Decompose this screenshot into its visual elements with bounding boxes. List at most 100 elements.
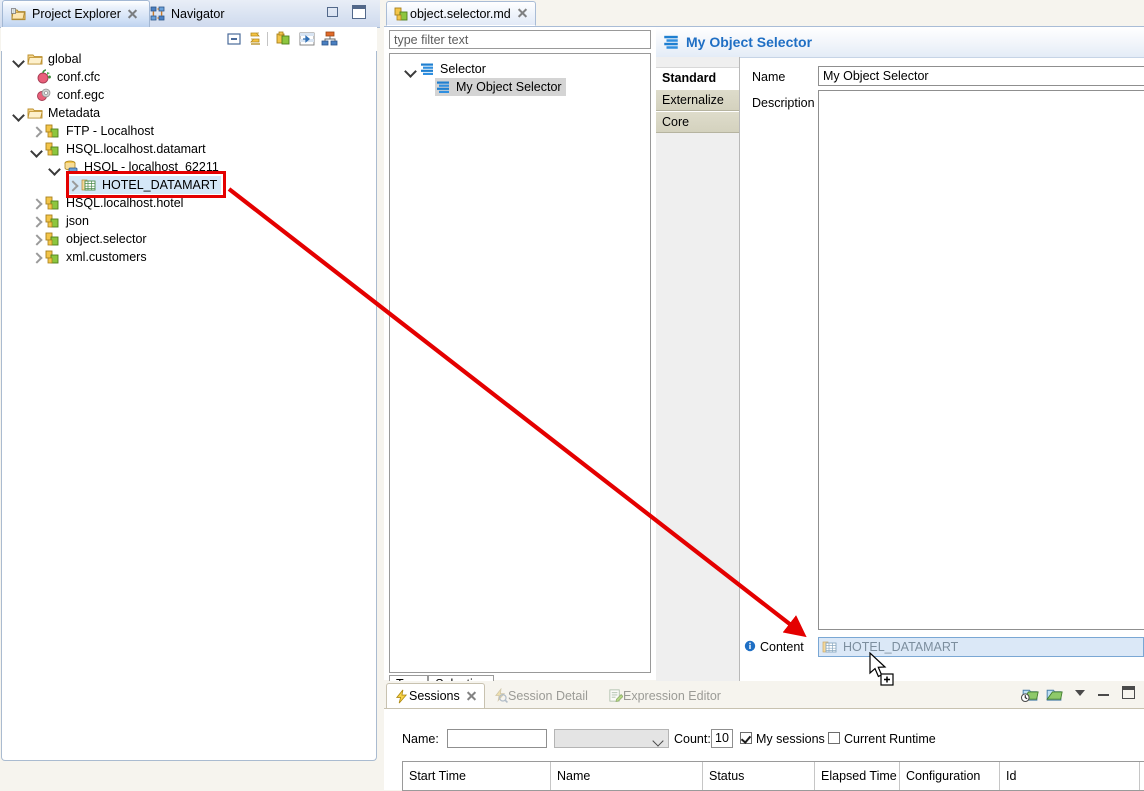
collapse-twisty-icon[interactable]: [30, 125, 43, 138]
tree-row-json[interactable]: json: [30, 212, 89, 230]
count-input[interactable]: 10: [711, 729, 733, 748]
link-with-editor-icon[interactable]: [246, 30, 264, 48]
selector-tree-panel[interactable]: Selector My Object Selector: [389, 53, 651, 673]
current-runtime-checkbox[interactable]: [828, 732, 840, 744]
sessions-table-header: Start Time Name Status Elapsed Time Conf…: [402, 761, 1144, 791]
tree-row-object-selector[interactable]: object.selector: [30, 230, 147, 248]
tree-row-xml-customers[interactable]: xml.customers: [30, 248, 147, 266]
chevron-down-icon: [652, 735, 664, 747]
count-label: Count:: [674, 732, 711, 746]
column-header-id[interactable]: Id: [1000, 762, 1140, 790]
tree-row-selector[interactable]: Selector: [404, 60, 486, 78]
tab-navigator[interactable]: Navigator: [142, 0, 260, 27]
collapse-twisty-icon[interactable]: [30, 251, 43, 264]
tree-item-label: conf.cfc: [57, 70, 101, 84]
side-tab-standard[interactable]: Standard: [656, 67, 739, 89]
tab-object-selector-md[interactable]: object.selector.md: [386, 1, 536, 26]
refresh-sessions-icon[interactable]: [1044, 685, 1063, 704]
minimize-view-button[interactable]: [327, 7, 338, 17]
table-icon: [822, 639, 838, 655]
collapse-twisty-icon[interactable]: [30, 215, 43, 228]
tree-item-label: HSQL - localhost_62211: [84, 160, 219, 174]
collapse-twisty-icon[interactable]: [66, 179, 79, 192]
tree-row-ftp-localhost[interactable]: FTP - Localhost: [30, 122, 154, 140]
database-icon: [63, 159, 79, 175]
session-filter-combo[interactable]: [554, 729, 669, 748]
session-history-icon[interactable]: [1020, 685, 1039, 704]
tab-expression-editor[interactable]: Expression Editor: [604, 683, 725, 708]
expand-twisty-icon[interactable]: [30, 143, 43, 156]
tab-label: Expression Editor: [623, 688, 721, 703]
expand-twisty-icon[interactable]: [12, 53, 25, 66]
tree-item-label: FTP - Localhost: [66, 124, 155, 138]
content-field[interactable]: HOTEL_DATAMART: [818, 637, 1144, 657]
detail-side-tabs: Standard Externalize Core: [656, 57, 740, 681]
tree-row-my-object-selector[interactable]: My Object Selector: [435, 78, 566, 96]
tab-label: Sessions: [409, 689, 460, 703]
view-menu-icon[interactable]: [1074, 687, 1087, 700]
maximize-view-button[interactable]: [352, 5, 366, 19]
my-sessions-checkbox[interactable]: [740, 732, 752, 744]
new-project-icon[interactable]: [275, 30, 293, 48]
maximize-view-icon[interactable]: [1122, 686, 1135, 699]
tree-item-label: Selector: [440, 62, 486, 76]
content-value: HOTEL_DATAMART: [843, 640, 959, 654]
side-tab-core[interactable]: Core: [656, 111, 739, 133]
close-icon[interactable]: [466, 691, 477, 702]
tree-row-global[interactable]: global: [12, 50, 81, 68]
expand-twisty-icon[interactable]: [48, 161, 61, 174]
tree-item-label: global: [48, 52, 82, 66]
collapse-twisty-icon[interactable]: [30, 197, 43, 210]
column-header-elapsed-time[interactable]: Elapsed Time: [815, 762, 900, 790]
session-detail-icon: [493, 687, 508, 703]
tab-label: Session Detail: [508, 688, 588, 703]
selector-icon: [662, 33, 680, 51]
close-icon[interactable]: [127, 9, 138, 20]
tree-row-hsql-hotel[interactable]: HSQL.localhost.hotel: [30, 194, 183, 212]
tab-project-explorer[interactable]: Project Explorer: [2, 0, 150, 27]
name-input[interactable]: My Object Selector: [818, 66, 1144, 86]
selector-file-icon: [394, 6, 410, 22]
connection-icon: [45, 249, 61, 265]
tree-item-label: json: [66, 214, 89, 228]
session-name-input[interactable]: [447, 729, 547, 748]
current-runtime-label: Current Runtime: [844, 732, 936, 746]
close-icon[interactable]: [517, 8, 528, 19]
tab-sessions[interactable]: Sessions: [386, 683, 485, 708]
tree-row-metadata[interactable]: Metadata: [12, 104, 100, 122]
description-textarea[interactable]: [818, 90, 1144, 630]
tree-item-label: conf.egc: [57, 88, 105, 102]
column-header-start-time[interactable]: Start Time: [403, 762, 551, 790]
editor-tabbar: object.selector.md: [384, 0, 1144, 26]
column-header-configuration[interactable]: Configuration: [900, 762, 1000, 790]
column-header-status[interactable]: Status: [703, 762, 815, 790]
collapse-all-icon[interactable]: [225, 30, 243, 48]
field-label-content: Content: [760, 640, 804, 654]
toolbar-separator: [267, 32, 268, 46]
hierarchy-icon[interactable]: [321, 30, 339, 48]
sessions-tabbar: Sessions Session Detail Expression Edito…: [384, 681, 1144, 708]
editor-body: type filter text Selector My Object Sele…: [384, 26, 1144, 694]
expand-twisty-icon[interactable]: [12, 107, 25, 120]
filter-input[interactable]: type filter text: [389, 30, 651, 49]
minimize-view-icon[interactable]: [1097, 686, 1110, 699]
tree-row-hotel-datamart[interactable]: HOTEL_DATAMART: [66, 176, 222, 194]
connection-icon: [45, 123, 61, 139]
tab-session-detail[interactable]: Session Detail: [489, 683, 592, 708]
cfc-icon: [36, 69, 52, 85]
selector-icon: [419, 61, 435, 77]
tab-label: object.selector.md: [410, 6, 511, 21]
tree-item-label: HOTEL_DATAMART: [102, 178, 218, 192]
connection-icon: [45, 195, 61, 211]
tree-row-hsql-datamart[interactable]: HSQL.localhost.datamart: [30, 140, 206, 158]
info-icon: [744, 640, 756, 652]
tree-row-hsql-localhost-62211[interactable]: HSQL - localhost_62211: [48, 158, 219, 176]
column-header-name[interactable]: Name: [551, 762, 703, 790]
tree-row-conf-egc[interactable]: conf.egc: [36, 86, 104, 104]
expand-twisty-icon[interactable]: [404, 63, 417, 76]
side-tab-externalize[interactable]: Externalize: [656, 89, 739, 111]
tree-row-conf-cfc[interactable]: conf.cfc: [36, 68, 100, 86]
editor-area: object.selector.md type filter text Sele…: [384, 0, 1144, 694]
collapse-twisty-icon[interactable]: [30, 233, 43, 246]
import-icon[interactable]: [298, 30, 316, 48]
